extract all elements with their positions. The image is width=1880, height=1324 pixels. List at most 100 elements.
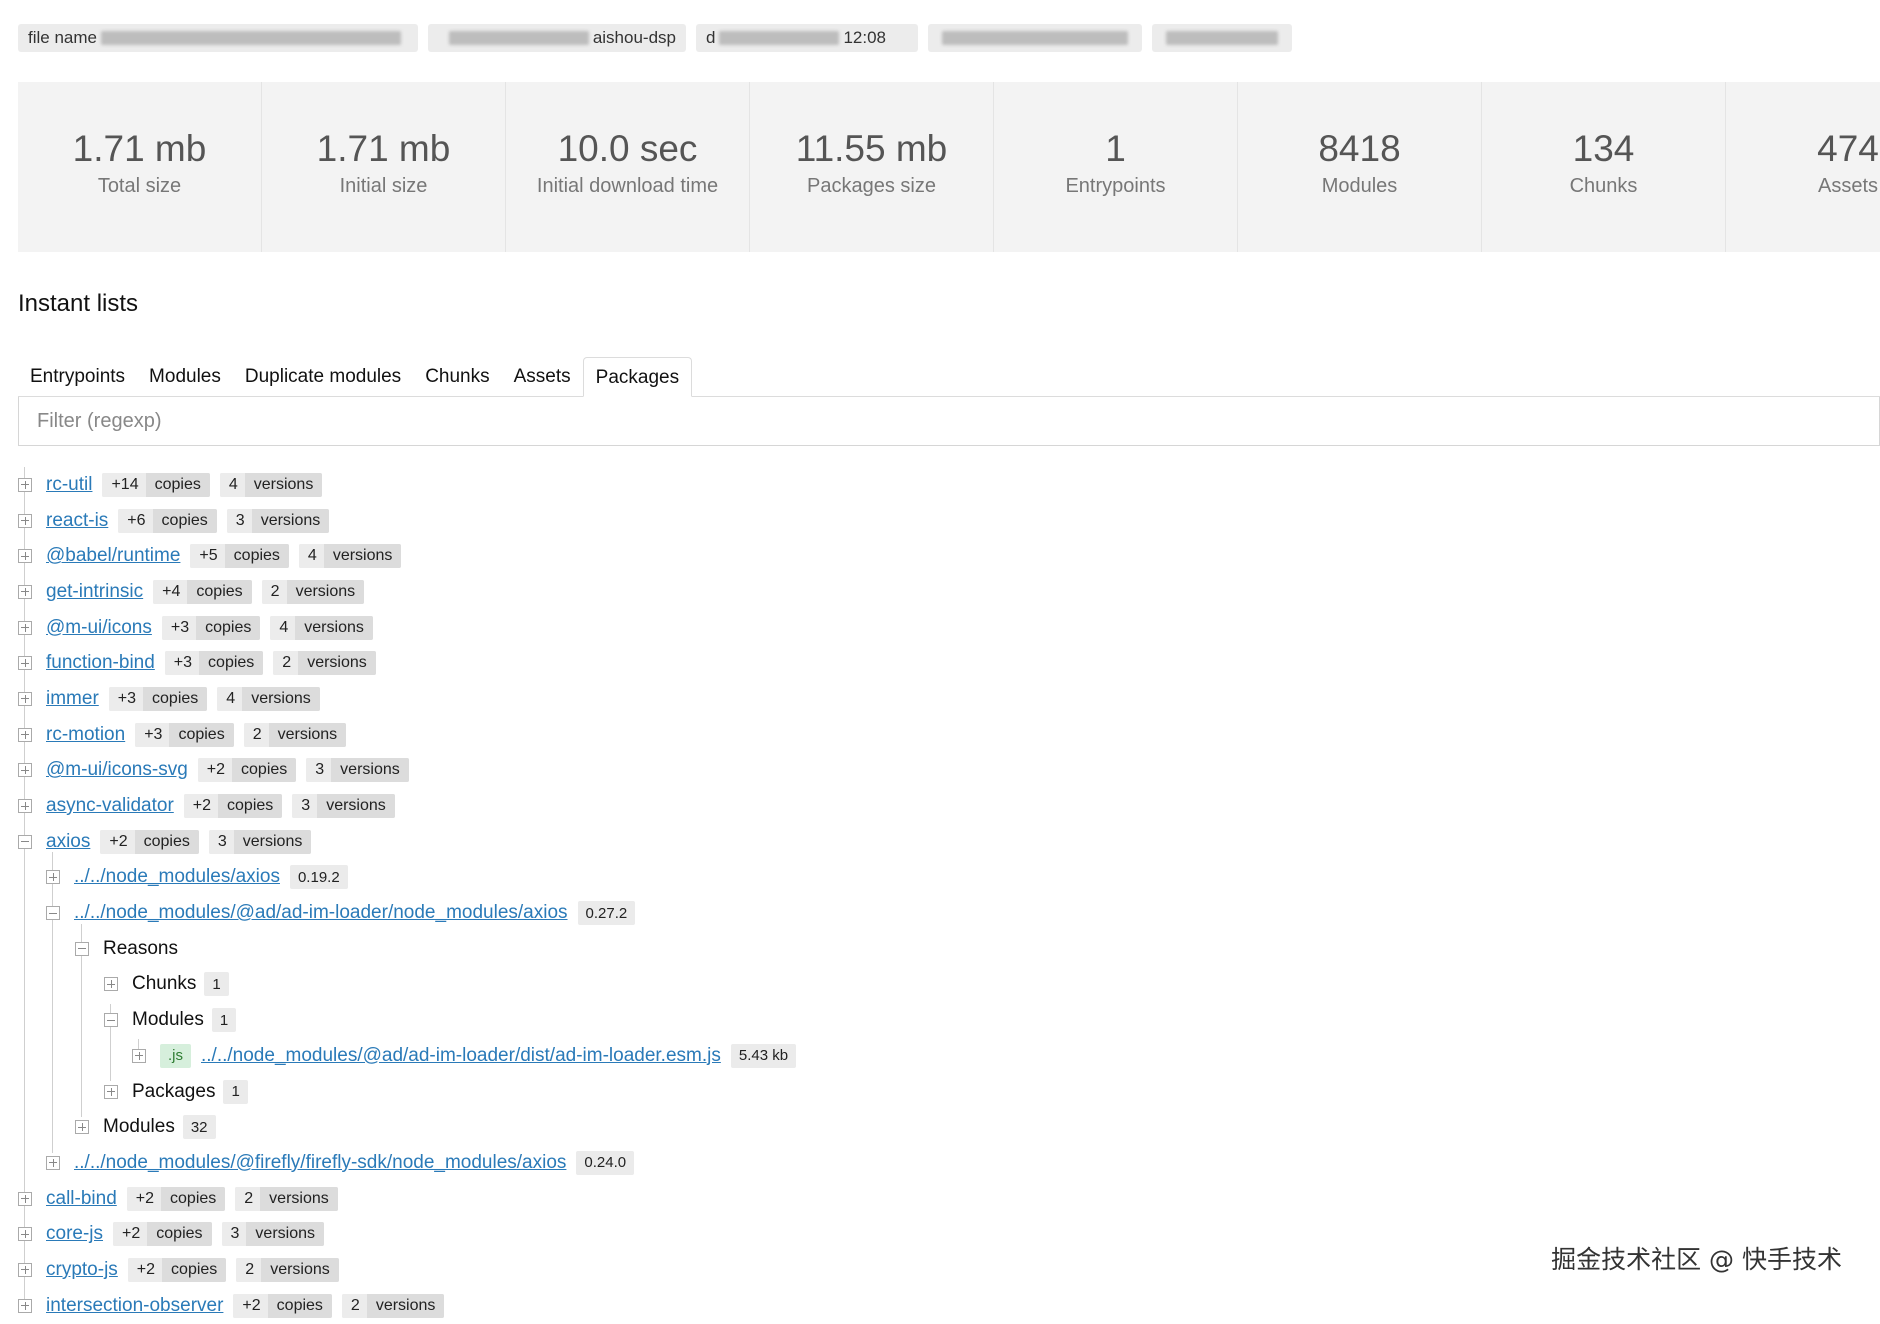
expand-icon[interactable]	[18, 691, 32, 706]
expand-icon[interactable]	[18, 1227, 32, 1242]
stat-label: Initial download time	[536, 175, 719, 197]
collapse-icon[interactable]	[46, 906, 60, 921]
package-link[interactable]: function-bind	[46, 652, 155, 674]
stat-label: Packages size	[807, 175, 936, 197]
copies-badge: +2 copies	[127, 1257, 227, 1282]
expand-icon[interactable]	[18, 1191, 32, 1206]
copies-label: copies	[196, 615, 261, 640]
expand-icon[interactable]	[75, 1120, 89, 1135]
header-badge-filename-text: file name	[28, 28, 97, 47]
version-badge: 0.24.0	[576, 1150, 635, 1175]
filter-input[interactable]	[18, 397, 1880, 446]
version-badge: 0.19.2	[289, 865, 348, 890]
copies-count: +3	[164, 651, 200, 676]
copies-label: copies	[147, 1222, 212, 1247]
versions-count: 2	[236, 1257, 262, 1282]
copies-badge: +3 copies	[108, 686, 208, 711]
header-bar: file name aishou-dsp d 12:08	[18, 24, 1292, 52]
header-badge-date-time: 12:08	[843, 28, 887, 47]
package-link[interactable]: rc-motion	[46, 724, 125, 746]
modules-label: Modules	[132, 1009, 204, 1031]
expand-icon[interactable]	[18, 584, 32, 599]
versions-badge: 2 versions	[243, 722, 347, 747]
package-link[interactable]: call-bind	[46, 1188, 117, 1210]
package-link[interactable]: get-intrinsic	[46, 581, 143, 603]
stat-value: 8418	[1318, 128, 1401, 169]
package-row: @m-ui/icons +3 copies 4 versions	[0, 610, 1880, 646]
tab-entrypoints[interactable]: Entrypoints	[18, 357, 137, 397]
header-badge-project-text: aishou-dsp	[592, 28, 676, 47]
copies-badge: +2 copies	[197, 758, 297, 783]
copies-count: +6	[118, 508, 153, 533]
copies-count: +5	[190, 544, 225, 569]
expand-icon[interactable]	[46, 1155, 60, 1170]
collapse-icon[interactable]	[75, 941, 89, 956]
expand-icon[interactable]	[18, 727, 32, 742]
expand-icon[interactable]	[18, 656, 32, 671]
package-link[interactable]: react-is	[46, 510, 108, 532]
copies-badge: +5 copies	[190, 544, 289, 569]
package-instance-link[interactable]: ../../node_modules/@firefly/firefly-sdk/…	[74, 1152, 566, 1174]
package-link[interactable]: crypto-js	[46, 1259, 118, 1281]
versions-count: 4	[270, 615, 296, 640]
package-link[interactable]: @m-ui/icons	[46, 617, 152, 639]
versions-label: versions	[233, 829, 312, 854]
package-link[interactable]: axios	[46, 831, 90, 853]
expand-icon[interactable]	[18, 477, 32, 492]
collapse-icon[interactable]	[18, 834, 32, 849]
package-link[interactable]: async-validator	[46, 795, 174, 817]
versions-badge: 3 versions	[306, 758, 409, 783]
package-link[interactable]: @m-ui/icons-svg	[46, 759, 188, 781]
stat-packages-size: 11.55 mb Packages size	[750, 82, 994, 252]
package-instance-link[interactable]: ../../node_modules/axios	[74, 866, 280, 888]
expand-icon[interactable]	[18, 513, 32, 528]
stat-value: 1.71 mb	[72, 128, 207, 169]
header-badge-date: d 12:08	[696, 24, 918, 52]
package-link[interactable]: @babel/runtime	[46, 545, 180, 567]
stat-value: 10.0 sec	[557, 128, 698, 169]
copies-label: copies	[199, 651, 264, 676]
versions-badge: 2 versions	[235, 1186, 338, 1211]
section-title: Instant lists	[18, 290, 139, 317]
package-instance-row: ../../node_modules/@ad/ad-im-loader/node…	[0, 895, 1880, 931]
collapse-icon[interactable]	[104, 1013, 118, 1028]
copies-label: copies	[162, 1257, 227, 1282]
module-link[interactable]: ../../node_modules/@ad/ad-im-loader/dist…	[201, 1045, 721, 1067]
package-link[interactable]: immer	[46, 688, 99, 710]
stat-value: 134	[1572, 128, 1635, 169]
copies-badge: +3 copies	[164, 651, 264, 676]
expand-icon[interactable]	[46, 870, 60, 885]
reason-packages-row: Packages 1	[0, 1074, 1880, 1110]
expand-icon[interactable]	[18, 549, 32, 564]
tab-modules[interactable]: Modules	[137, 357, 233, 397]
versions-label: versions	[323, 544, 402, 569]
obscured-text	[719, 31, 840, 45]
versions-count: 2	[273, 651, 299, 676]
copies-label: copies	[143, 686, 208, 711]
copies-count: +2	[183, 794, 219, 819]
copies-count: +2	[233, 1293, 268, 1318]
tab-packages[interactable]: Packages	[582, 357, 693, 397]
stat-assets: 474 Assets	[1726, 82, 1880, 252]
copies-badge: +2 copies	[100, 829, 199, 854]
package-instance-row: ../../node_modules/axios 0.19.2	[0, 860, 1880, 896]
stat-entrypoints: 1 Entrypoints	[994, 82, 1238, 252]
tab-duplicate-modules[interactable]: Duplicate modules	[233, 357, 413, 397]
copies-count: +2	[100, 829, 135, 854]
expand-icon[interactable]	[18, 1262, 32, 1277]
tab-chunks[interactable]: Chunks	[413, 357, 501, 397]
expand-icon[interactable]	[18, 763, 32, 778]
copies-label: copies	[187, 579, 252, 604]
expand-icon[interactable]	[132, 1048, 146, 1063]
expand-icon[interactable]	[104, 1084, 118, 1099]
expand-icon[interactable]	[104, 977, 118, 992]
copies-label: copies	[224, 544, 289, 569]
copies-badge: +2 copies	[233, 1293, 332, 1318]
tab-assets[interactable]: Assets	[502, 357, 583, 397]
package-link[interactable]: intersection-observer	[46, 1295, 223, 1317]
expand-icon[interactable]	[18, 799, 32, 814]
expand-icon[interactable]	[18, 620, 32, 635]
package-link[interactable]: core-js	[46, 1223, 103, 1245]
package-link[interactable]: rc-util	[46, 474, 92, 496]
package-instance-link[interactable]: ../../node_modules/@ad/ad-im-loader/node…	[74, 902, 568, 924]
